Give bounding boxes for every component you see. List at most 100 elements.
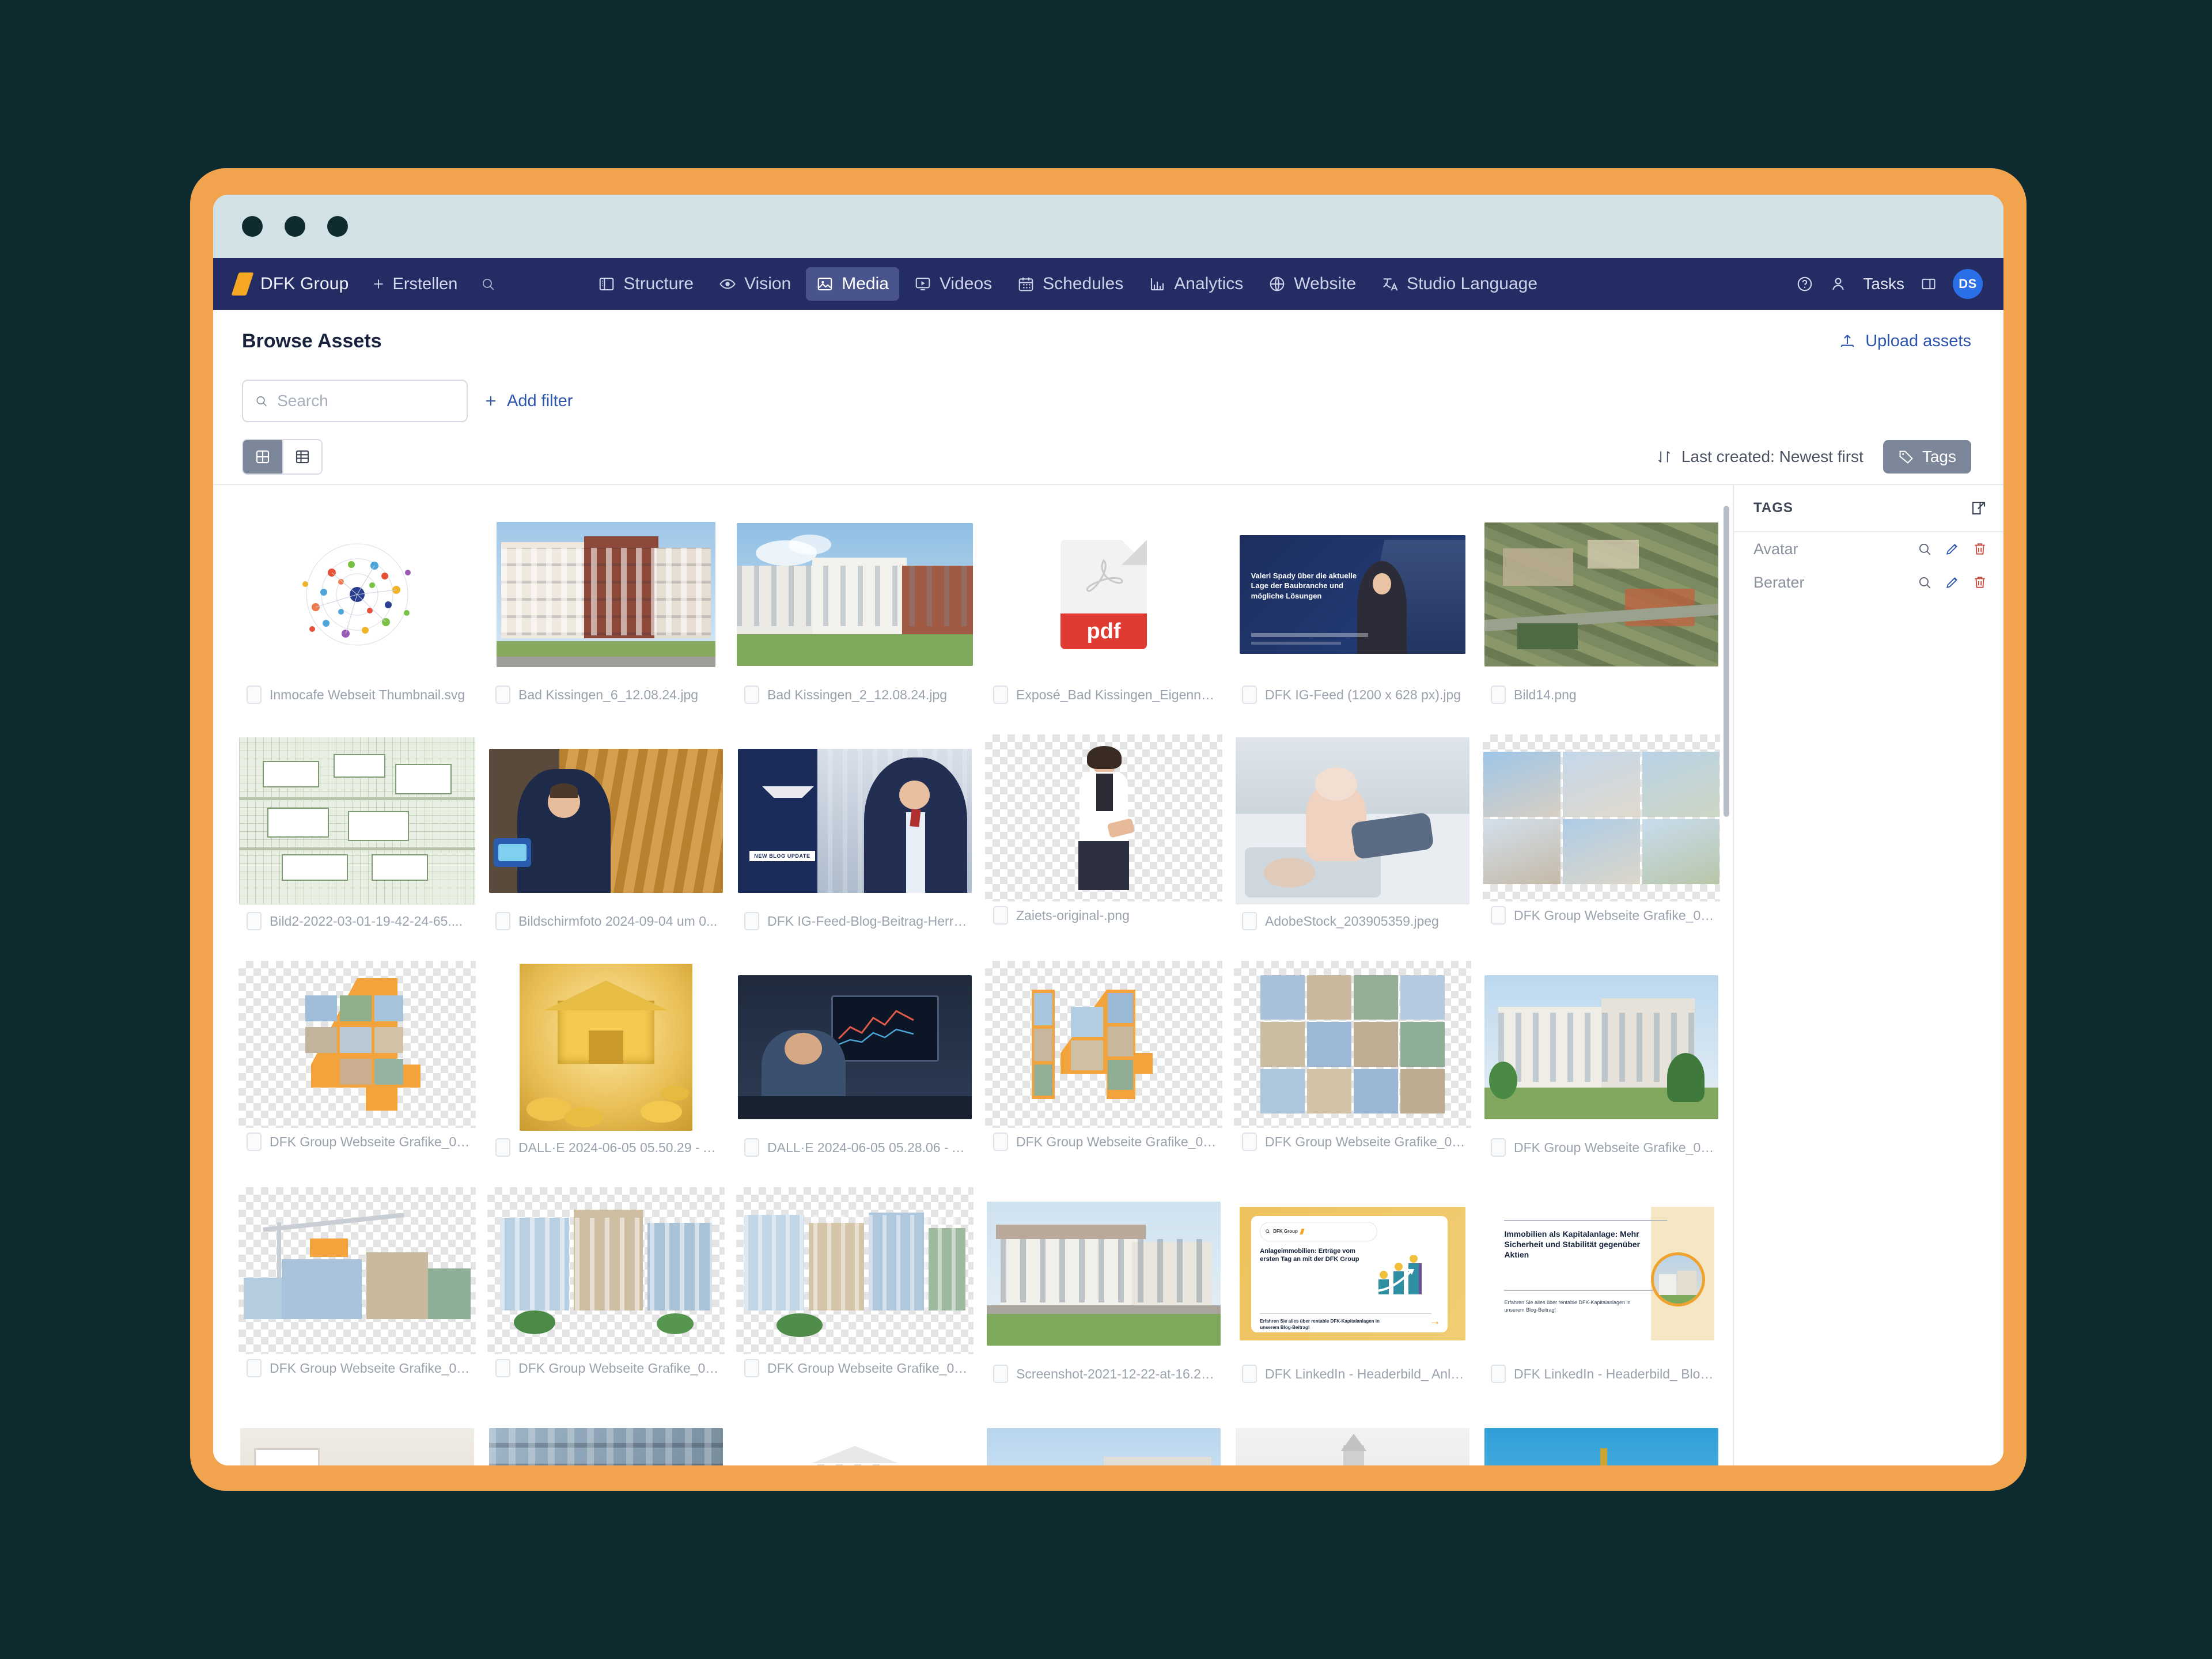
- asset-thumbnail[interactable]: [985, 734, 1222, 902]
- asset-thumbnail[interactable]: [487, 734, 725, 907]
- asset-thumbnail[interactable]: [736, 961, 974, 1134]
- pencil-icon[interactable]: [1945, 575, 1960, 590]
- asset-item[interactable]: Bild14.png: [1477, 508, 1726, 734]
- asset-checkbox[interactable]: [1242, 912, 1257, 930]
- asset-thumbnail[interactable]: Immobilien als Kapitalanlage: Mehr Siche…: [1483, 1187, 1720, 1360]
- asset-thumbnail[interactable]: [1483, 508, 1720, 681]
- asset-item[interactable]: [1477, 1414, 1726, 1465]
- asset-thumbnail[interactable]: [985, 1187, 1222, 1360]
- asset-item[interactable]: Immobilien als Kapitalanlage: Mehr Siche…: [1477, 1187, 1726, 1414]
- asset-thumbnail[interactable]: [1483, 961, 1720, 1134]
- tasks-button[interactable]: Tasks: [1863, 275, 1904, 293]
- asset-checkbox[interactable]: [495, 685, 510, 704]
- panel-toggle-icon[interactable]: [1921, 276, 1937, 292]
- edit-square-icon[interactable]: [1970, 499, 1987, 517]
- asset-item[interactable]: DALL·E 2024-06-05 05.50.29 - A...: [482, 961, 730, 1187]
- asset-checkbox[interactable]: [247, 1359, 262, 1377]
- asset-item[interactable]: pdf Exposé_Bad Kissingen_Eigennutz.: [979, 508, 1228, 734]
- asset-item[interactable]: Bildschirmfoto 2024-09-04 um 0...: [482, 734, 730, 961]
- asset-item[interactable]: DFK Group Webseite Grafike_01 (...: [1477, 734, 1726, 961]
- asset-thumbnail[interactable]: VERMÖGENSKONZEPT: [736, 1414, 974, 1465]
- asset-item[interactable]: DFK Group Webseite Grafike_061...: [1228, 961, 1477, 1187]
- search-icon[interactable]: [1917, 541, 1932, 556]
- asset-checkbox[interactable]: [495, 1138, 510, 1157]
- asset-item[interactable]: NEW BLOG UPDATE DFK IG-Feed-Blog-Beit: [730, 734, 979, 961]
- asset-checkbox[interactable]: [1242, 1365, 1257, 1383]
- nav-item-media[interactable]: Media: [806, 267, 899, 301]
- asset-thumbnail[interactable]: [487, 1414, 725, 1465]
- asset-checkbox[interactable]: [247, 1132, 262, 1151]
- asset-checkbox[interactable]: [1242, 1132, 1257, 1151]
- nav-item-vision[interactable]: Vision: [709, 267, 801, 301]
- asset-thumbnail[interactable]: pdf: [985, 508, 1222, 681]
- asset-checkbox[interactable]: [744, 912, 759, 930]
- asset-checkbox[interactable]: [1491, 1138, 1506, 1157]
- asset-thumbnail[interactable]: [238, 961, 476, 1128]
- asset-item[interactable]: Zaiets-original-.png: [979, 734, 1228, 961]
- search-box[interactable]: [242, 380, 468, 422]
- asset-checkbox[interactable]: [744, 1359, 759, 1377]
- asset-thumbnail[interactable]: [736, 508, 974, 681]
- nav-item-videos[interactable]: Videos: [904, 267, 1002, 301]
- asset-thumbnail[interactable]: [238, 1414, 476, 1465]
- asset-checkbox[interactable]: [495, 1359, 510, 1377]
- asset-checkbox[interactable]: [247, 912, 262, 930]
- search-input[interactable]: [277, 392, 455, 410]
- list-view-button[interactable]: [282, 440, 321, 474]
- asset-thumbnail[interactable]: [238, 1187, 476, 1354]
- asset-thumbnail[interactable]: [736, 1187, 974, 1354]
- asset-thumbnail[interactable]: [487, 961, 725, 1134]
- nav-item-studio-language[interactable]: Studio Language: [1371, 267, 1548, 301]
- trash-icon[interactable]: [1972, 575, 1987, 590]
- asset-item[interactable]: Inmocafe Webseit Thumbnail.svg: [233, 508, 482, 734]
- sort-control[interactable]: Last created: Newest first: [1656, 448, 1863, 466]
- asset-item[interactable]: VERMÖGENSKONZEPT: [730, 1414, 979, 1465]
- asset-item[interactable]: DFK Group Webseite Grafike_061...: [1477, 961, 1726, 1187]
- tags-toggle-button[interactable]: Tags: [1883, 440, 1971, 474]
- asset-item[interactable]: DFK Group Webseite Grafike_061...: [482, 1187, 730, 1414]
- asset-item[interactable]: [482, 1414, 730, 1465]
- asset-thumbnail[interactable]: [238, 734, 476, 907]
- asset-thumbnail[interactable]: [1234, 1414, 1471, 1465]
- asset-checkbox[interactable]: [993, 685, 1008, 704]
- asset-item[interactable]: Screenshot-2021-12-22-at-16.21...: [979, 1187, 1228, 1414]
- asset-item[interactable]: [233, 1414, 482, 1465]
- asset-thumbnail[interactable]: [238, 508, 476, 681]
- asset-item[interactable]: DFK Group Anlageimmobilien: Erträge vom …: [1228, 1187, 1477, 1414]
- asset-thumbnail[interactable]: [487, 508, 725, 681]
- asset-thumbnail[interactable]: [1483, 734, 1720, 902]
- asset-checkbox[interactable]: [744, 1138, 759, 1157]
- nav-item-structure[interactable]: Structure: [588, 267, 704, 301]
- asset-checkbox[interactable]: [495, 912, 510, 930]
- asset-checkbox[interactable]: [1242, 685, 1257, 704]
- upload-assets-button[interactable]: Upload assets: [1839, 332, 1971, 351]
- add-filter-button[interactable]: Add filter: [483, 392, 573, 411]
- asset-thumbnail[interactable]: DFK Group Valeri Spady über die aktuelle…: [1234, 508, 1471, 681]
- nav-search-icon[interactable]: [480, 276, 495, 291]
- pencil-icon[interactable]: [1945, 541, 1960, 556]
- asset-grid-scroll-region[interactable]: Inmocafe Webseit Thumbnail.svg: [213, 485, 1733, 1465]
- asset-checkbox[interactable]: [1491, 685, 1506, 704]
- asset-thumbnail[interactable]: DFK Group Anlageimmobilien: Erträge vom …: [1234, 1187, 1471, 1360]
- asset-item[interactable]: Bad Kissingen_2_12.08.24.jpg: [730, 508, 979, 734]
- asset-item[interactable]: Bad Kissingen_6_12.08.24.jpg: [482, 508, 730, 734]
- asset-checkbox[interactable]: [993, 906, 1008, 925]
- help-circle-icon[interactable]: [1796, 275, 1813, 293]
- asset-thumbnail[interactable]: [1234, 734, 1471, 907]
- asset-item[interactable]: DFK Group Webseite Grafike_061...: [730, 1187, 979, 1414]
- avatar[interactable]: DS: [1953, 269, 1983, 299]
- create-button[interactable]: Erstellen: [371, 275, 458, 294]
- asset-item[interactable]: AdobeStock_203905359.jpeg: [1228, 734, 1477, 961]
- maximize-dot[interactable]: [327, 216, 348, 237]
- close-dot[interactable]: [242, 216, 263, 237]
- tag-row[interactable]: Berater: [1734, 566, 2003, 599]
- asset-thumbnail[interactable]: [985, 961, 1222, 1128]
- asset-item[interactable]: Bild2-2022-03-01-19-42-24-65....: [233, 734, 482, 961]
- asset-item[interactable]: [979, 1414, 1228, 1465]
- trash-icon[interactable]: [1972, 541, 1987, 556]
- grid-scrollbar[interactable]: [1724, 506, 1729, 817]
- asset-item[interactable]: DFK Group Webseite Grafike_02.p...: [233, 961, 482, 1187]
- search-icon[interactable]: [1917, 575, 1932, 590]
- asset-checkbox[interactable]: [993, 1132, 1008, 1151]
- asset-checkbox[interactable]: [744, 685, 759, 704]
